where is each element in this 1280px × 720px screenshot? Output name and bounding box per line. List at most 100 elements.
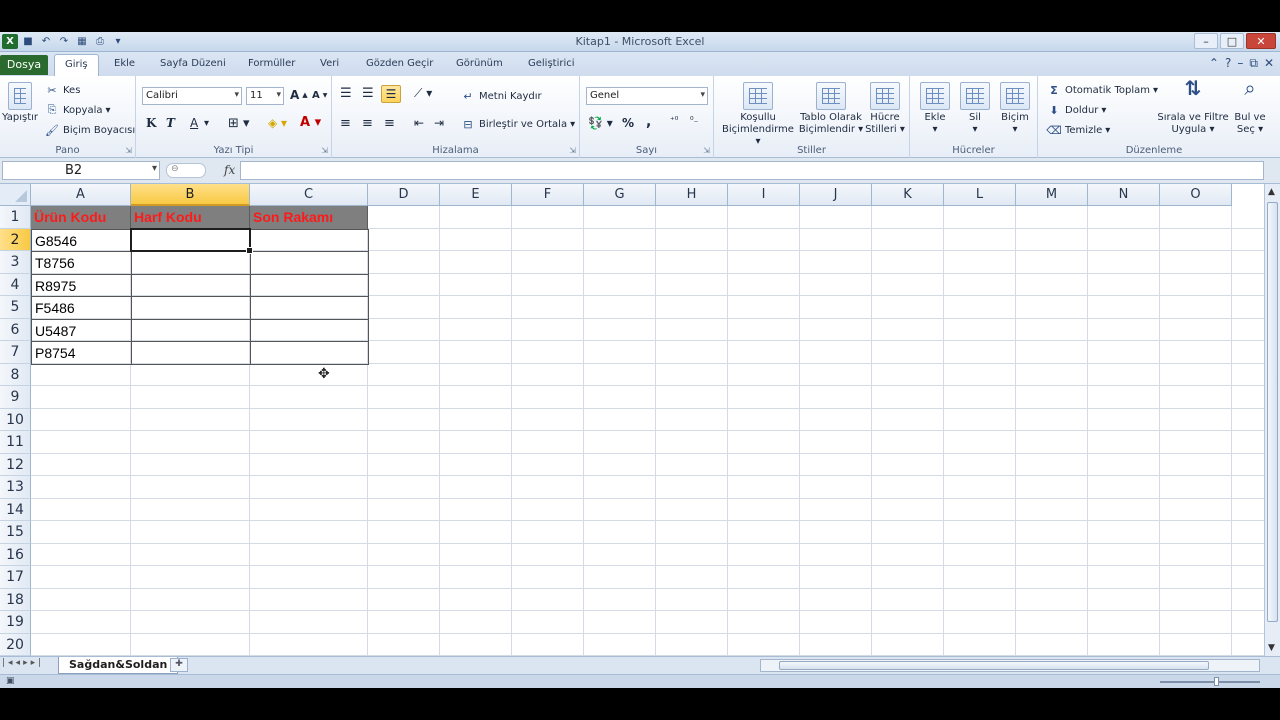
borders-icon[interactable]: ⊞ ▾ <box>228 116 250 131</box>
row-header-15[interactable]: 15 <box>0 521 31 544</box>
vertical-scrollbar[interactable]: ▲ ▼ <box>1264 184 1280 656</box>
horizontal-scroll-thumb[interactable] <box>779 661 1209 670</box>
paste-button[interactable]: Yapıştır <box>2 82 38 124</box>
cell-a4[interactable]: R8975 <box>31 273 132 297</box>
scroll-up-icon[interactable]: ▲ <box>1268 187 1275 197</box>
row-header-4[interactable]: 4 <box>0 273 31 296</box>
cell-styles-button[interactable]: Hücre Stilleri ▾ <box>864 82 906 136</box>
format-as-table-button[interactable]: Tablo Olarak Biçimlendir ▾ <box>798 82 864 136</box>
active-cell-selection[interactable] <box>130 227 253 254</box>
column-header-l[interactable]: L <box>944 184 1016 206</box>
cell-a3[interactable]: T8756 <box>31 251 132 275</box>
find-select-button[interactable]: ⌕ Bul ve Seç ▾ <box>1232 78 1268 136</box>
cell-header-a1[interactable]: Ürün Kodu <box>31 206 131 229</box>
cell-header-b1[interactable]: Harf Kodu <box>131 206 250 229</box>
wrap-text-button[interactable]: ↵ Metni Kaydır <box>460 88 541 104</box>
column-header-n[interactable]: N <box>1088 184 1160 206</box>
sheet-nav-icons[interactable]: |◂◂▸▸| <box>2 658 44 668</box>
column-header-m[interactable]: M <box>1016 184 1088 206</box>
tab-view[interactable]: Görünüm <box>456 58 503 69</box>
row-header-7[interactable]: 7 <box>0 341 31 364</box>
insert-function-button[interactable]: fx <box>224 163 235 177</box>
tab-review[interactable]: Gözden Geçir <box>366 58 433 69</box>
horizontal-scrollbar[interactable] <box>760 659 1260 672</box>
font-size-select[interactable]: 11 <box>246 87 284 105</box>
column-header-j[interactable]: J <box>800 184 872 206</box>
formula-bar-grip[interactable]: ⊖ <box>166 163 206 178</box>
name-box[interactable]: B2 ▾ <box>2 161 160 180</box>
cell-c3[interactable] <box>250 251 369 275</box>
row-header-19[interactable]: 19 <box>0 611 31 634</box>
row-header-12[interactable]: 12 <box>0 453 31 476</box>
doc-minimize-icon[interactable]: – <box>1237 56 1243 71</box>
column-header-a[interactable]: A <box>31 184 131 206</box>
sort-filter-button[interactable]: ⇅ Sırala ve Filtre Uygula ▾ <box>1156 78 1230 136</box>
percent-button[interactable]: % <box>622 116 634 130</box>
cell-a7[interactable]: P8754 <box>31 341 132 365</box>
tab-formulas[interactable]: Formüller <box>248 58 295 69</box>
cell-a5[interactable]: F5486 <box>31 296 132 320</box>
cell-b6[interactable] <box>131 318 251 342</box>
close-button[interactable]: ✕ <box>1246 33 1276 49</box>
zoom-slider-thumb[interactable] <box>1214 677 1219 686</box>
status-macro-icon[interactable]: ▣ <box>6 676 15 686</box>
orientation-icon[interactable]: ⟋ ▾ <box>414 86 432 101</box>
font-name-select[interactable]: Calibri <box>142 87 242 105</box>
select-all-button[interactable] <box>0 184 31 206</box>
column-header-k[interactable]: K <box>872 184 944 206</box>
name-box-dropdown-icon[interactable]: ▾ <box>152 163 157 174</box>
format-painter-button[interactable]: 🖌 Biçim Boyacısı <box>44 122 135 138</box>
tab-file[interactable]: Dosya <box>0 55 48 75</box>
cell-c2[interactable] <box>250 228 369 252</box>
tab-home[interactable]: Giriş <box>54 54 99 76</box>
align-middle-icon[interactable]: ☰ <box>362 86 374 101</box>
cell-c6[interactable] <box>250 318 369 342</box>
row-header-2[interactable]: 2 <box>0 228 31 251</box>
font-launcher-icon[interactable]: ⇲ <box>321 146 328 155</box>
format-cells-button[interactable]: Biçim ▾ <box>996 82 1034 136</box>
row-header-1[interactable]: 1 <box>0 206 31 229</box>
row-header-11[interactable]: 11 <box>0 431 31 454</box>
column-header-f[interactable]: F <box>512 184 584 206</box>
column-header-g[interactable]: G <box>584 184 656 206</box>
column-header-o[interactable]: O <box>1160 184 1232 206</box>
italic-button[interactable]: T <box>166 116 175 130</box>
copy-button[interactable]: ⎘ Kopyala ▾ <box>44 102 111 118</box>
formula-input[interactable] <box>240 161 1264 180</box>
underline-dropdown-icon[interactable]: ▾ <box>204 118 209 129</box>
align-bottom-icon[interactable]: ☰ <box>381 85 401 103</box>
zoom-slider[interactable] <box>1160 681 1260 683</box>
row-header-13[interactable]: 13 <box>0 476 31 499</box>
row-header-14[interactable]: 14 <box>0 498 31 521</box>
cell-b5[interactable] <box>131 296 251 320</box>
cell-c7[interactable] <box>250 341 369 365</box>
alignment-launcher-icon[interactable]: ⇲ <box>569 146 576 155</box>
column-header-b[interactable]: B <box>131 184 250 206</box>
minimize-button[interactable]: – <box>1194 33 1218 49</box>
new-sheet-icon[interactable]: ✚ <box>170 658 188 672</box>
cell-b4[interactable] <box>131 273 251 297</box>
row-header-18[interactable]: 18 <box>0 588 31 611</box>
cell-header-c1[interactable]: Son Rakamı <box>250 206 368 229</box>
column-header-d[interactable]: D <box>368 184 440 206</box>
clear-button[interactable]: ⌫ Temizle ▾ <box>1046 122 1110 138</box>
underline-button[interactable]: A <box>190 116 198 130</box>
comma-button[interactable]: , <box>646 114 651 130</box>
increase-indent-icon[interactable]: ⇥ <box>434 116 444 130</box>
currency-icon[interactable]: 💱 ▾ <box>588 116 613 130</box>
maximize-button[interactable]: □ <box>1220 33 1244 49</box>
scroll-down-icon[interactable]: ▼ <box>1268 643 1275 653</box>
cell-c4[interactable] <box>250 273 369 297</box>
cell-b3[interactable] <box>131 251 251 275</box>
grow-font-button[interactable]: A ▲ <box>290 88 308 102</box>
sheet-tab-active[interactable]: Sağdan&Soldan <box>58 657 179 674</box>
tab-page-layout[interactable]: Sayfa Düzeni <box>160 58 226 69</box>
bold-button[interactable]: K <box>146 116 156 130</box>
row-header-8[interactable]: 8 <box>0 363 31 386</box>
align-top-icon[interactable]: ☰ <box>340 86 352 101</box>
row-header-9[interactable]: 9 <box>0 386 31 409</box>
row-header-17[interactable]: 17 <box>0 566 31 589</box>
cell-c5[interactable] <box>250 296 369 320</box>
column-header-i[interactable]: I <box>728 184 800 206</box>
decrease-decimal-icon[interactable]: ⁰₋ <box>690 116 698 126</box>
